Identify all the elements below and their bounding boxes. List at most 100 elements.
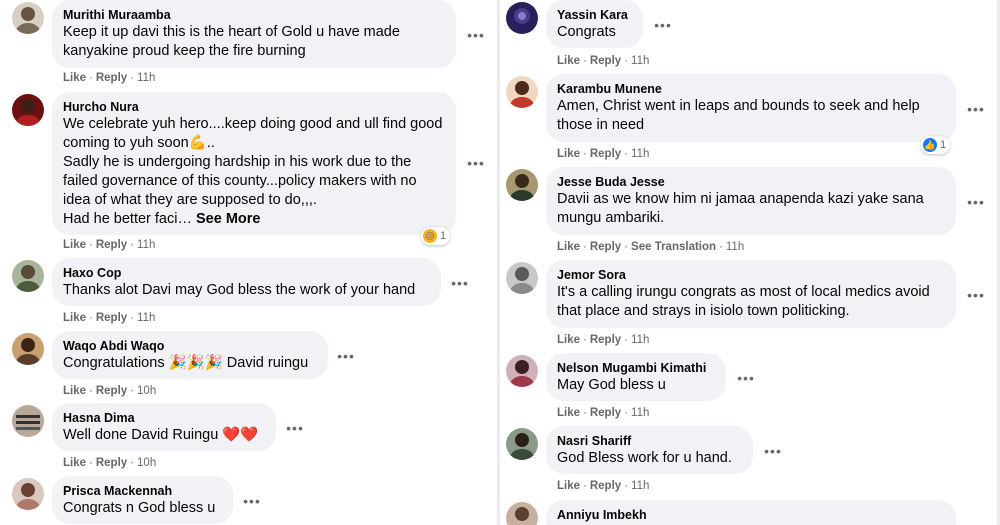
comment-text: May God bless u (557, 377, 666, 393)
commenter-name[interactable]: Anniyu Imbekh (557, 507, 944, 523)
comment-bubble: Nasri Shariff God Bless work for u hand. (546, 426, 753, 474)
avatar[interactable] (506, 169, 538, 201)
comment-actions: Like · Reply · 11h (63, 72, 156, 84)
like-reaction-icon: 👍 (923, 138, 937, 152)
more-options-icon[interactable]: ••• (464, 156, 488, 176)
reply-link[interactable]: Reply (96, 312, 127, 324)
comment-actions: Like · Reply · 11h (63, 312, 156, 324)
commenter-name[interactable]: Jesse Buda Jesse (557, 174, 944, 190)
commenter-name[interactable]: Jemor Sora (557, 267, 944, 283)
comment-bubble: Jesse Buda Jesse Davii as we know him ni… (546, 167, 956, 235)
more-options-icon[interactable]: ••• (240, 494, 264, 514)
timestamp[interactable]: 11h (631, 334, 649, 346)
avatar[interactable] (12, 405, 44, 437)
more-options-icon[interactable]: ••• (761, 444, 785, 464)
comment-bubble: Murithi Muraamba Keep it up davi this is… (52, 0, 456, 68)
like-link[interactable]: Like (557, 407, 580, 419)
more-options-icon[interactable]: ••• (964, 195, 988, 215)
like-link[interactable]: Like (63, 385, 86, 397)
comment-actions: Like · Reply · 10h (63, 385, 157, 397)
commenter-name[interactable]: Hurcho Nura (63, 99, 444, 115)
reply-link[interactable]: Reply (96, 457, 127, 469)
avatar[interactable] (506, 262, 538, 294)
comment-text: It's a calling irungu congrats as most o… (557, 284, 930, 319)
comment-bubble: Hasna Dima Well done David Ruingu ❤️❤️ (52, 403, 276, 451)
comment-text: Congrats n God bless u (63, 500, 216, 516)
commenter-name[interactable]: Karambu Munene (557, 81, 944, 97)
comment-text: We celebrate yuh hero....keep doing good… (63, 115, 444, 229)
reply-link[interactable]: Reply (96, 72, 127, 84)
see-translation-link[interactable]: See Translation (631, 241, 716, 253)
more-options-icon[interactable]: ••• (964, 288, 988, 308)
timestamp[interactable]: 11h (137, 72, 155, 84)
avatar[interactable] (12, 260, 44, 292)
commenter-name[interactable]: Prisca Mackennah (63, 483, 221, 499)
timestamp[interactable]: 11h (631, 55, 649, 67)
comment-bubble: Karambu Munene Amen, Christ went in leap… (546, 74, 956, 142)
timestamp[interactable]: 11h (726, 241, 744, 253)
reply-link[interactable]: Reply (590, 241, 621, 253)
like-link[interactable]: Like (63, 457, 86, 469)
like-link[interactable]: Like (557, 148, 580, 160)
more-options-icon[interactable]: ••• (964, 102, 988, 122)
reply-link[interactable]: Reply (590, 148, 621, 160)
more-options-icon[interactable]: ••• (651, 18, 675, 38)
comment-actions: Like · Reply · 11h (557, 334, 650, 346)
timestamp[interactable]: 11h (137, 239, 155, 251)
comment-text: Amen, Christ went in leaps and bounds to… (557, 98, 920, 133)
more-options-icon[interactable]: ••• (334, 349, 358, 369)
timestamp[interactable]: 11h (137, 312, 155, 324)
commenter-name[interactable]: Nelson Mugambi Kimathi (557, 360, 714, 376)
avatar[interactable] (506, 76, 538, 108)
commenter-name[interactable]: Murithi Muraamba (63, 7, 444, 23)
comment-actions: Like · Reply · 11h (557, 480, 650, 492)
avatar[interactable] (12, 478, 44, 510)
sad-reaction-icon: 😥 (423, 229, 437, 243)
timestamp[interactable]: 11h (631, 480, 649, 492)
reaction-count: 1 (440, 230, 447, 242)
comment-actions: Like · Reply · 10h (63, 457, 157, 469)
reaction-badge[interactable]: 😥 1 (421, 227, 451, 245)
more-options-icon[interactable]: ••• (464, 28, 488, 48)
avatar[interactable] (12, 333, 44, 365)
more-options-icon[interactable]: ••• (734, 371, 758, 391)
comment-actions: Like · Reply · 11h (557, 407, 650, 419)
avatar[interactable] (12, 94, 44, 126)
commenter-name[interactable]: Haxo Cop (63, 265, 429, 281)
reply-link[interactable]: Reply (590, 407, 621, 419)
avatar[interactable] (12, 2, 44, 34)
like-link[interactable]: Like (557, 334, 580, 346)
timestamp[interactable]: 10h (137, 385, 156, 397)
like-link[interactable]: Like (63, 72, 86, 84)
commenter-name[interactable]: Nasri Shariff (557, 433, 741, 449)
avatar[interactable] (506, 2, 538, 34)
timestamp[interactable]: 11h (631, 407, 649, 419)
avatar[interactable] (506, 428, 538, 460)
like-link[interactable]: Like (557, 241, 580, 253)
commenter-name[interactable]: Hasna Dima (63, 410, 264, 426)
avatar[interactable] (506, 502, 538, 525)
more-options-icon[interactable]: ••• (283, 421, 307, 441)
commenter-name[interactable]: Waqo Abdi Waqo (63, 338, 316, 354)
like-link[interactable]: Like (63, 239, 86, 251)
comment-text: Davii as we know him ni jamaa anapenda k… (557, 191, 924, 226)
comment-actions: Like · Reply · 11h (63, 239, 156, 251)
like-link[interactable]: Like (557, 55, 580, 67)
reply-link[interactable]: Reply (96, 385, 127, 397)
reply-link[interactable]: Reply (96, 239, 127, 251)
see-more-link[interactable]: See More (196, 211, 260, 227)
like-link[interactable]: Like (557, 480, 580, 492)
reaction-badge[interactable]: 👍 1 (921, 136, 951, 154)
like-link[interactable]: Like (63, 312, 86, 324)
commenter-name[interactable]: Yassin Kara (557, 7, 631, 23)
timestamp[interactable]: 11h (631, 148, 649, 160)
comment-bubble: Nelson Mugambi Kimathi May God bless u (546, 353, 726, 401)
reply-link[interactable]: Reply (590, 480, 621, 492)
left-comment-column: Murithi Muraamba Keep it up davi this is… (0, 0, 497, 525)
avatar[interactable] (506, 355, 538, 387)
timestamp[interactable]: 10h (137, 457, 156, 469)
more-options-icon[interactable]: ••• (448, 276, 472, 296)
reply-link[interactable]: Reply (590, 55, 621, 67)
comment-text: God Bless work for u hand. (557, 450, 732, 466)
reply-link[interactable]: Reply (590, 334, 621, 346)
